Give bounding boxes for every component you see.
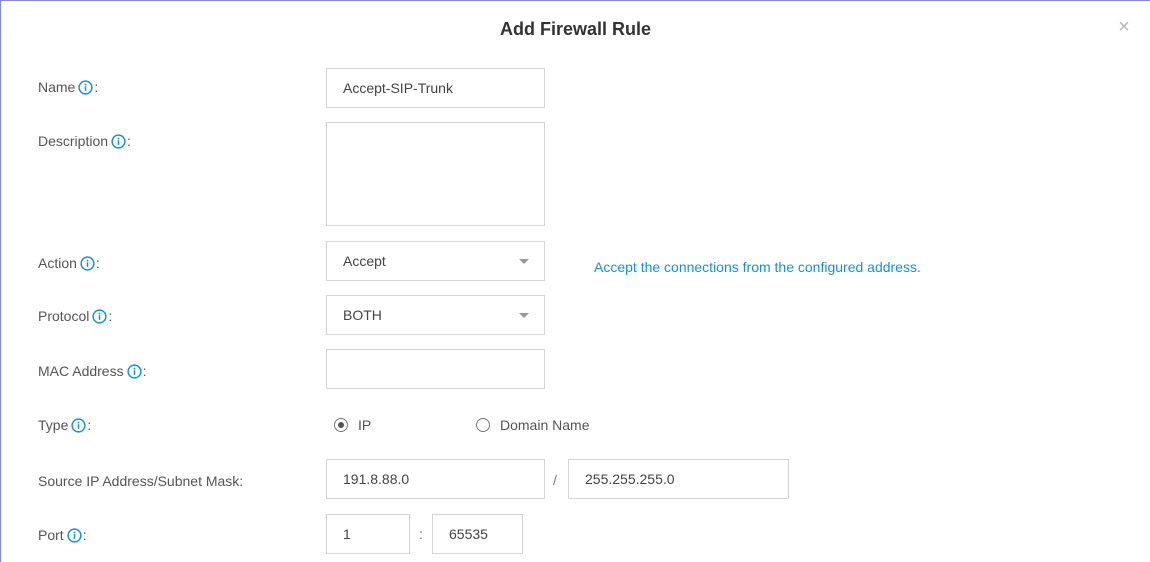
name-label-text: Name: [38, 79, 76, 95]
type-option-domain-label: Domain Name: [500, 417, 590, 433]
name-label: Name :: [38, 79, 99, 95]
description-label-text: Description: [38, 133, 109, 149]
mac-address-input[interactable]: [326, 349, 545, 389]
action-select-value: Accept: [343, 253, 386, 269]
description-textarea[interactable]: [326, 122, 545, 226]
source-ip-input[interactable]: 191.8.88.0: [326, 459, 545, 499]
port-to-input[interactable]: 65535: [432, 514, 523, 554]
protocol-select[interactable]: BOTH: [326, 295, 545, 335]
action-label: Action :: [38, 255, 100, 271]
action-select[interactable]: Accept: [326, 241, 545, 281]
type-radio-ip[interactable]: IP: [334, 417, 371, 433]
info-icon[interactable]: [67, 527, 82, 543]
port-label-text: Port: [38, 527, 64, 543]
type-label: Type :: [38, 417, 92, 433]
info-icon[interactable]: [71, 417, 86, 433]
source-ip-label: Source IP Address/Subnet Mask:: [38, 473, 244, 489]
type-radio-domain-name[interactable]: Domain Name: [476, 417, 589, 433]
port-label: Port :: [38, 527, 87, 543]
protocol-label-text: Protocol: [38, 308, 90, 324]
radio-checked-icon[interactable]: [334, 418, 348, 432]
subnet-mask-input[interactable]: 255.255.255.0: [568, 459, 789, 499]
info-icon[interactable]: [111, 133, 126, 149]
info-icon[interactable]: [126, 363, 142, 379]
port-range-separator: :: [419, 526, 423, 542]
mac-address-label: MAC Address :: [38, 363, 147, 379]
protocol-select-value: BOTH: [343, 307, 382, 323]
action-label-text: Action: [38, 255, 77, 271]
info-icon[interactable]: [80, 255, 95, 271]
close-icon[interactable]: ×: [1114, 17, 1134, 37]
add-firewall-rule-dialog: Add Firewall Rule × Name : Accept-SIP-Tr…: [0, 0, 1150, 562]
chevron-down-icon: [519, 313, 529, 318]
radio-unchecked-icon[interactable]: [476, 418, 490, 432]
type-option-ip-label: IP: [358, 417, 372, 433]
dialog-title: Add Firewall Rule: [499, 19, 652, 39]
description-label: Description :: [38, 133, 131, 149]
chevron-down-icon: [519, 259, 529, 264]
type-label-text: Type: [38, 417, 69, 433]
port-from-input[interactable]: 1: [326, 514, 410, 554]
mac-label-text: MAC Address: [38, 363, 124, 379]
action-hint: Accept the connections from the configur…: [594, 259, 921, 275]
info-icon[interactable]: [92, 308, 107, 324]
info-icon[interactable]: [78, 79, 93, 95]
protocol-label: Protocol :: [38, 308, 113, 324]
ip-mask-separator: /: [553, 472, 557, 488]
name-input[interactable]: Accept-SIP-Trunk: [326, 68, 545, 108]
